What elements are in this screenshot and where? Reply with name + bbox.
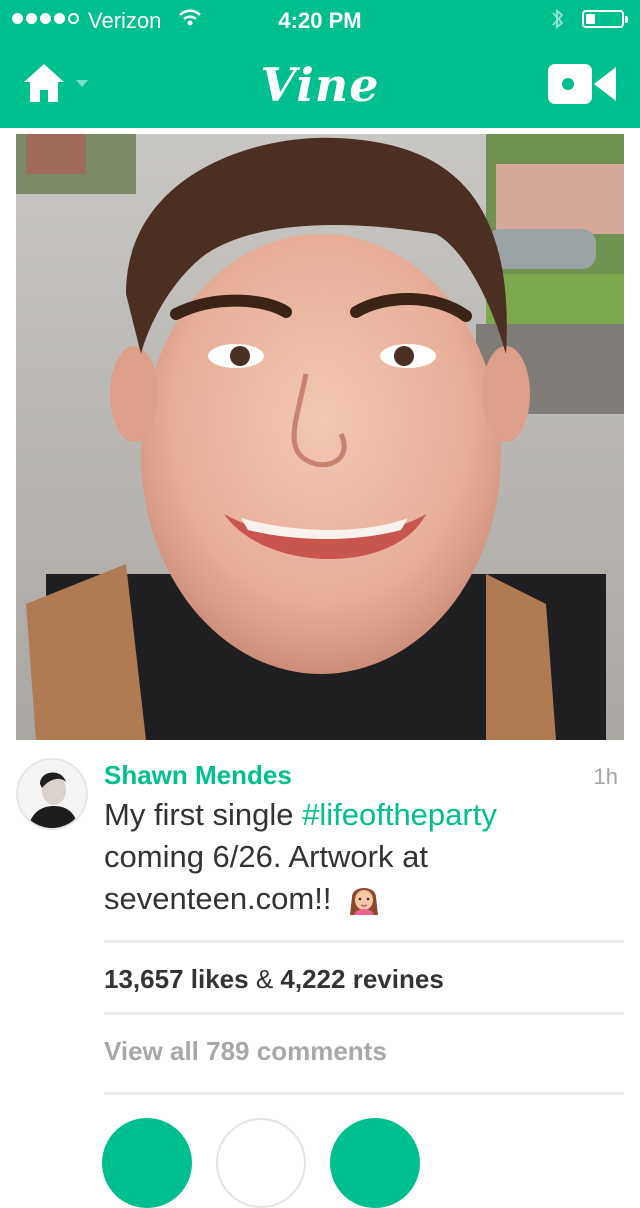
- author-name[interactable]: Shawn Mendes: [104, 760, 292, 791]
- divider: [104, 940, 624, 943]
- status-bar: Verizon 4:20 PM: [0, 0, 640, 40]
- video-post[interactable]: [16, 134, 624, 740]
- post-caption: My first single #lifeoftheparty coming 6…: [104, 794, 604, 920]
- battery-icon: [582, 10, 628, 28]
- like-button[interactable]: [102, 1118, 192, 1208]
- emoji-gesture-icon: [346, 881, 382, 917]
- comment-button[interactable]: [216, 1118, 306, 1208]
- post-time: 1h: [593, 764, 618, 789]
- caption-text: My first single: [104, 797, 303, 832]
- divider: [104, 1092, 624, 1095]
- action-bar: [0, 1118, 640, 1208]
- avatar[interactable]: [16, 758, 88, 830]
- vine-logo: Vine: [260, 58, 380, 112]
- divider: [104, 1012, 624, 1015]
- app-header: Verizon 4:20 PM Vine: [0, 0, 640, 128]
- likes-label: likes: [190, 964, 249, 994]
- post-stats[interactable]: 13,657 likes & 4,222 revines: [104, 964, 444, 995]
- revines-label: revines: [352, 964, 444, 994]
- and-symbol: &: [255, 964, 274, 994]
- revine-button[interactable]: [330, 1118, 420, 1208]
- view-comments-link[interactable]: View all 789 comments: [104, 1036, 387, 1067]
- status-time: 4:20 PM: [278, 8, 362, 33]
- nav-bar: Vine: [0, 40, 640, 128]
- likes-count: 13,657: [104, 964, 184, 994]
- revines-count: 4,222: [280, 964, 346, 994]
- bluetooth-icon: [550, 7, 566, 37]
- video-camera-icon[interactable]: [548, 64, 618, 104]
- hashtag-link[interactable]: #lifeoftheparty: [302, 797, 497, 832]
